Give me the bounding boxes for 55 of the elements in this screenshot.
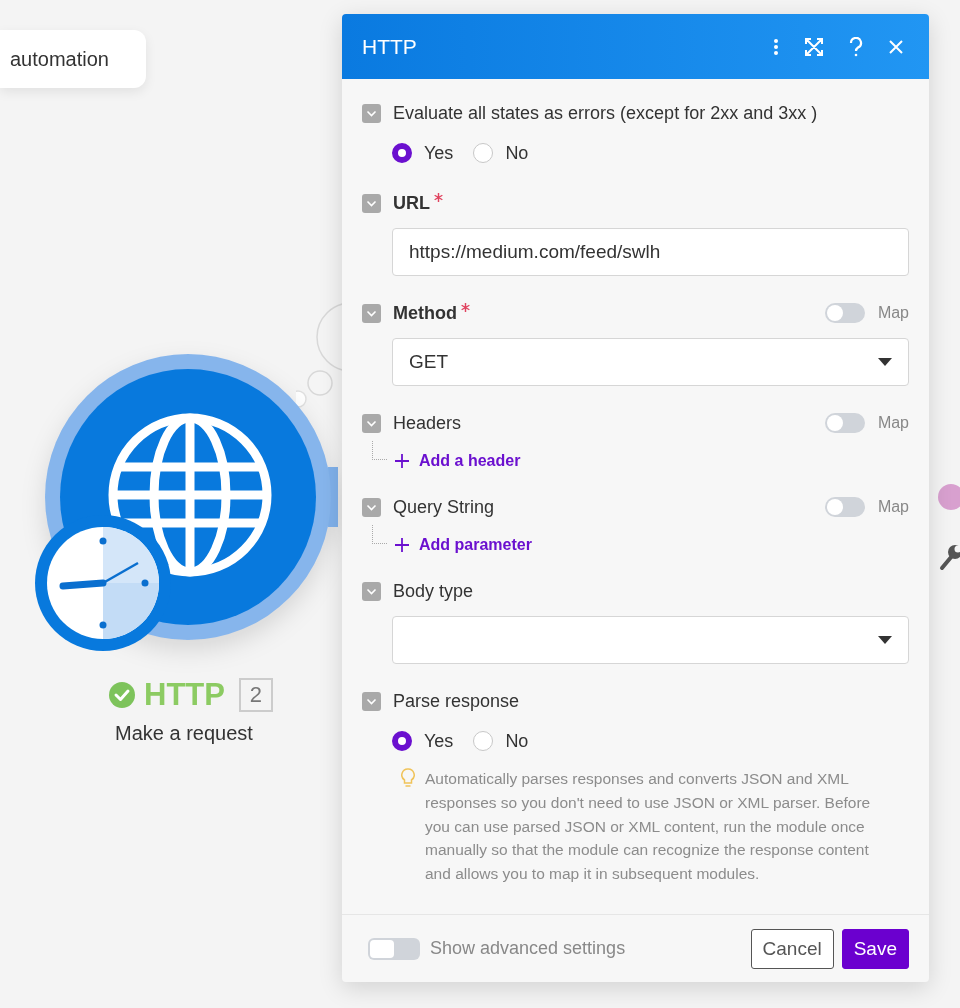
- advanced-settings-toggle[interactable]: [368, 937, 420, 960]
- clock-icon: [33, 513, 173, 653]
- field-label: Query String: [393, 496, 495, 518]
- hint-text: Automatically parses responses and converts JSON and XML responses so you don't need to use JSON or XML parser. Before you can use parsed JSON or XML content, run the module once manually so that the module can recognize the response content and allows you to map it in subsequent modules.: [425, 769, 872, 885]
- radio-label: Yes: [424, 730, 454, 752]
- field-label: Evaluate all states as errors (except for 2xx and 3xx ): [393, 102, 818, 124]
- lightbulb-icon: [401, 768, 415, 788]
- radio-button[interactable]: [392, 143, 412, 163]
- map-label: Map: [877, 498, 909, 516]
- expand-icon[interactable]: [805, 37, 823, 56]
- select-field[interactable]: GET: [392, 338, 909, 386]
- radio-label: No: [505, 730, 529, 752]
- cancel-button[interactable]: Cancel: [750, 928, 834, 969]
- map-toggle[interactable]: [824, 413, 865, 433]
- wrench-icon[interactable]: [938, 542, 960, 572]
- add-link[interactable]: Add a header: [395, 452, 521, 470]
- field-label: Body type: [393, 580, 474, 602]
- module-number: 2: [238, 678, 273, 712]
- collapse-toggle-icon[interactable]: [362, 413, 381, 433]
- field-label: Headers: [393, 412, 462, 434]
- collapse-toggle-icon[interactable]: [362, 303, 381, 323]
- module-name: HTTP: [144, 677, 225, 713]
- caret-icon: [878, 358, 892, 366]
- collapse-toggle-icon[interactable]: [362, 581, 381, 601]
- field-label: Method: [393, 302, 457, 324]
- radio-label: Yes: [424, 142, 454, 164]
- field-label: Parse response: [393, 690, 520, 712]
- collapse-toggle-icon[interactable]: [362, 103, 381, 123]
- select-field[interactable]: [392, 616, 909, 664]
- advanced-settings-label: Show advanced settings: [430, 938, 626, 959]
- caret-icon: [878, 636, 892, 644]
- map-toggle[interactable]: [824, 303, 865, 323]
- collapse-toggle-icon[interactable]: [362, 497, 381, 517]
- map-label: Map: [877, 414, 909, 432]
- url-input-field[interactable]: https://medium.com/feed/swlh: [392, 228, 909, 276]
- help-icon[interactable]: [849, 36, 863, 57]
- panel-title: HTTP: [362, 34, 417, 59]
- map-toggle[interactable]: [824, 497, 865, 517]
- collapse-toggle-icon[interactable]: [362, 193, 381, 213]
- more-options-icon[interactable]: [773, 37, 779, 56]
- add-link[interactable]: Add parameter: [395, 536, 532, 554]
- required-icon: [434, 193, 443, 202]
- plus-icon: [395, 538, 409, 552]
- field-label: URL: [393, 192, 430, 214]
- save-button[interactable]: Save: [841, 928, 909, 969]
- module-action: Make a request: [115, 722, 253, 745]
- map-label: Map: [877, 304, 909, 322]
- close-icon[interactable]: [889, 39, 903, 54]
- collapse-toggle-icon[interactable]: [362, 691, 381, 711]
- automation-chip[interactable]: automation: [0, 30, 146, 88]
- radio-label: No: [505, 142, 529, 164]
- radio-button[interactable]: [392, 731, 412, 751]
- route-dot[interactable]: [938, 484, 960, 510]
- required-icon: [461, 303, 470, 312]
- plus-icon: [395, 454, 409, 468]
